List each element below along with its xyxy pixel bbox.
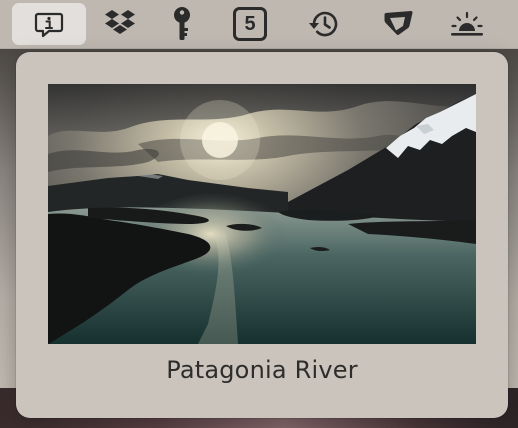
menubar-item-sunrise[interactable]: [430, 3, 504, 45]
menubar-item-calendar[interactable]: 5: [213, 3, 287, 45]
menubar-item-time-machine[interactable]: [287, 3, 361, 45]
flag-icon: [381, 8, 415, 40]
menu-bar: 5: [0, 0, 518, 49]
menubar-item-key[interactable]: [145, 3, 219, 45]
menubar-item-info[interactable]: [12, 3, 86, 45]
key-icon: [171, 6, 193, 42]
photo-popover: Patagonia River: [16, 52, 508, 418]
calendar-date-icon: 5: [233, 7, 267, 41]
sunrise-icon: [449, 9, 485, 39]
calendar-date-label: 5: [244, 12, 256, 35]
menubar-item-flag[interactable]: [361, 3, 435, 45]
landscape-photo: [48, 84, 476, 344]
time-machine-icon: [307, 8, 341, 40]
photo-caption: Patagonia River: [166, 356, 358, 384]
info-message-icon: [34, 10, 64, 38]
dropbox-icon: [102, 8, 138, 40]
